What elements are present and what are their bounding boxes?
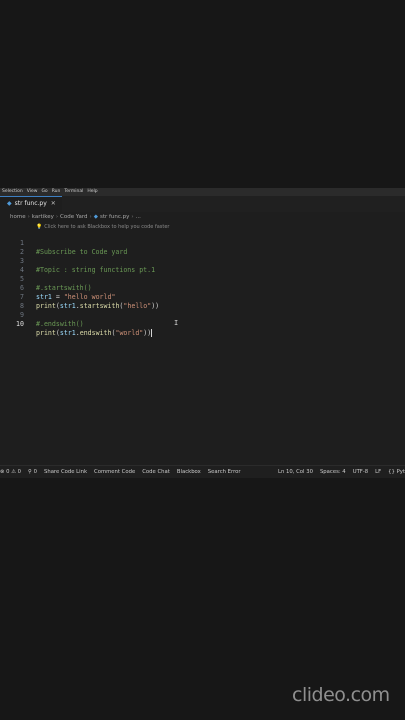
language-mode[interactable]: {} Pyt [388, 466, 405, 478]
blackbox-button[interactable]: Blackbox [177, 466, 201, 478]
code-line[interactable]: 5 #.startswith() [0, 266, 92, 292]
line-number: 10 [16, 320, 24, 328]
python-file-icon: ◆ [93, 214, 98, 220]
line-text: #Topic : string functions pt.1 [36, 266, 156, 274]
code-line[interactable]: 9 #.endswith() [0, 302, 84, 328]
warning-count: 0 [17, 469, 22, 475]
code-line[interactable]: 8 [0, 293, 24, 310]
code-line[interactable]: 6 str1 = "hello world" [0, 275, 115, 301]
menu-help[interactable]: Help [87, 188, 97, 196]
tab-str-func-py[interactable]: ◆ str func.py ✕ [0, 196, 62, 212]
lightbulb-icon: 💡 [36, 224, 43, 230]
status-bar: ⊗ 0 ⚠ 0 ⚲ 0 Share Code Link Comment Code… [0, 465, 405, 478]
chevron-right-icon: › [89, 214, 92, 220]
code-line-active[interactable]: 10 print(str1.endswith("world")) [0, 311, 153, 337]
search-error-button[interactable]: Search Error [208, 466, 241, 478]
error-count: 0 [6, 469, 10, 475]
blackbox-hint[interactable]: 💡 Click here to ask Blackbox to help you … [36, 223, 169, 231]
line-text: #.startswith() [36, 284, 92, 292]
menu-terminal[interactable]: Terminal [64, 188, 83, 196]
breadcrumb-file[interactable]: str func.py [100, 214, 129, 220]
breadcrumb: home › kartikey › Code Yard › ◆ str func.py ›... [10, 213, 141, 221]
chevron-right-icon: › [131, 214, 134, 220]
breadcrumb-code-yard[interactable]: Code Yard [60, 214, 87, 220]
line-text: #.endswith() [36, 320, 84, 328]
code-line[interactable]: 3 #Topic : string functions pt.1 [0, 248, 155, 274]
code-line[interactable]: 2 [0, 239, 24, 256]
chevron-right-icon: › [55, 214, 59, 220]
indentation[interactable]: Spaces: 4 [320, 466, 346, 478]
hint-text: Click here to ask Blackbox to help you c… [44, 224, 170, 230]
error-icon: ⊗ [0, 469, 5, 475]
problems-indicator[interactable]: ⊗ 0 ⚠ 0 [0, 466, 21, 478]
code-line[interactable]: 1 #Subscribe to Code yard [0, 230, 127, 256]
breadcrumb-more[interactable]: ... [136, 214, 141, 220]
ports-count: 0 [33, 469, 37, 475]
encoding[interactable]: UTF-8 [353, 466, 368, 478]
clideo-watermark: clideo.com [292, 684, 390, 706]
ports-indicator[interactable]: ⚲ 0 [28, 466, 37, 478]
menu-selection[interactable]: Selection [2, 188, 23, 196]
line-text: print(str1.startswith("hello")) [36, 302, 160, 310]
cursor-position[interactable]: Ln 10, Col 30 [278, 466, 313, 478]
line-ending[interactable]: LF [375, 466, 381, 478]
video-top-letterbox [0, 0, 405, 188]
line-text: str1 = "hello world" [36, 293, 116, 301]
status-left: ⊗ 0 ⚠ 0 ⚲ 0 Share Code Link Comment Code… [0, 466, 248, 478]
line-text: print(str1.endswith("world")) [36, 329, 153, 337]
text-cursor [151, 329, 153, 337]
breadcrumb-home[interactable]: home [10, 214, 26, 220]
chevron-right-icon: › [27, 214, 30, 220]
menu-view[interactable]: View [27, 188, 38, 196]
status-right: Ln 10, Col 30 Spaces: 4 UTF-8 LF {} Pyt [278, 466, 405, 478]
tab-bar: ◆ str func.py ✕ [0, 196, 405, 213]
close-icon[interactable]: ✕ [51, 200, 56, 207]
code-line[interactable]: 7 print(str1.startswith("hello")) [0, 284, 159, 310]
menu-go[interactable]: Go [41, 188, 47, 196]
share-code-link-button[interactable]: Share Code Link [44, 466, 87, 478]
line-text: #Subscribe to Code yard [36, 248, 128, 256]
code-chat-button[interactable]: Code Chat [142, 466, 170, 478]
code-line[interactable]: 4 [0, 257, 24, 274]
python-file-icon: ◆ [7, 200, 12, 207]
menu-bar: Selection View Go Run Terminal Help [0, 188, 405, 196]
comment-code-button[interactable]: Comment Code [94, 466, 135, 478]
warning-icon: ⚠ [11, 469, 16, 475]
tab-label: str func.py [14, 200, 47, 207]
breadcrumb-kartikey[interactable]: kartikey [32, 214, 54, 220]
mouse-ibeam-cursor-icon: I [174, 319, 179, 327]
broadcast-icon: ⚲ [28, 469, 32, 475]
menu-run[interactable]: Run [52, 188, 61, 196]
